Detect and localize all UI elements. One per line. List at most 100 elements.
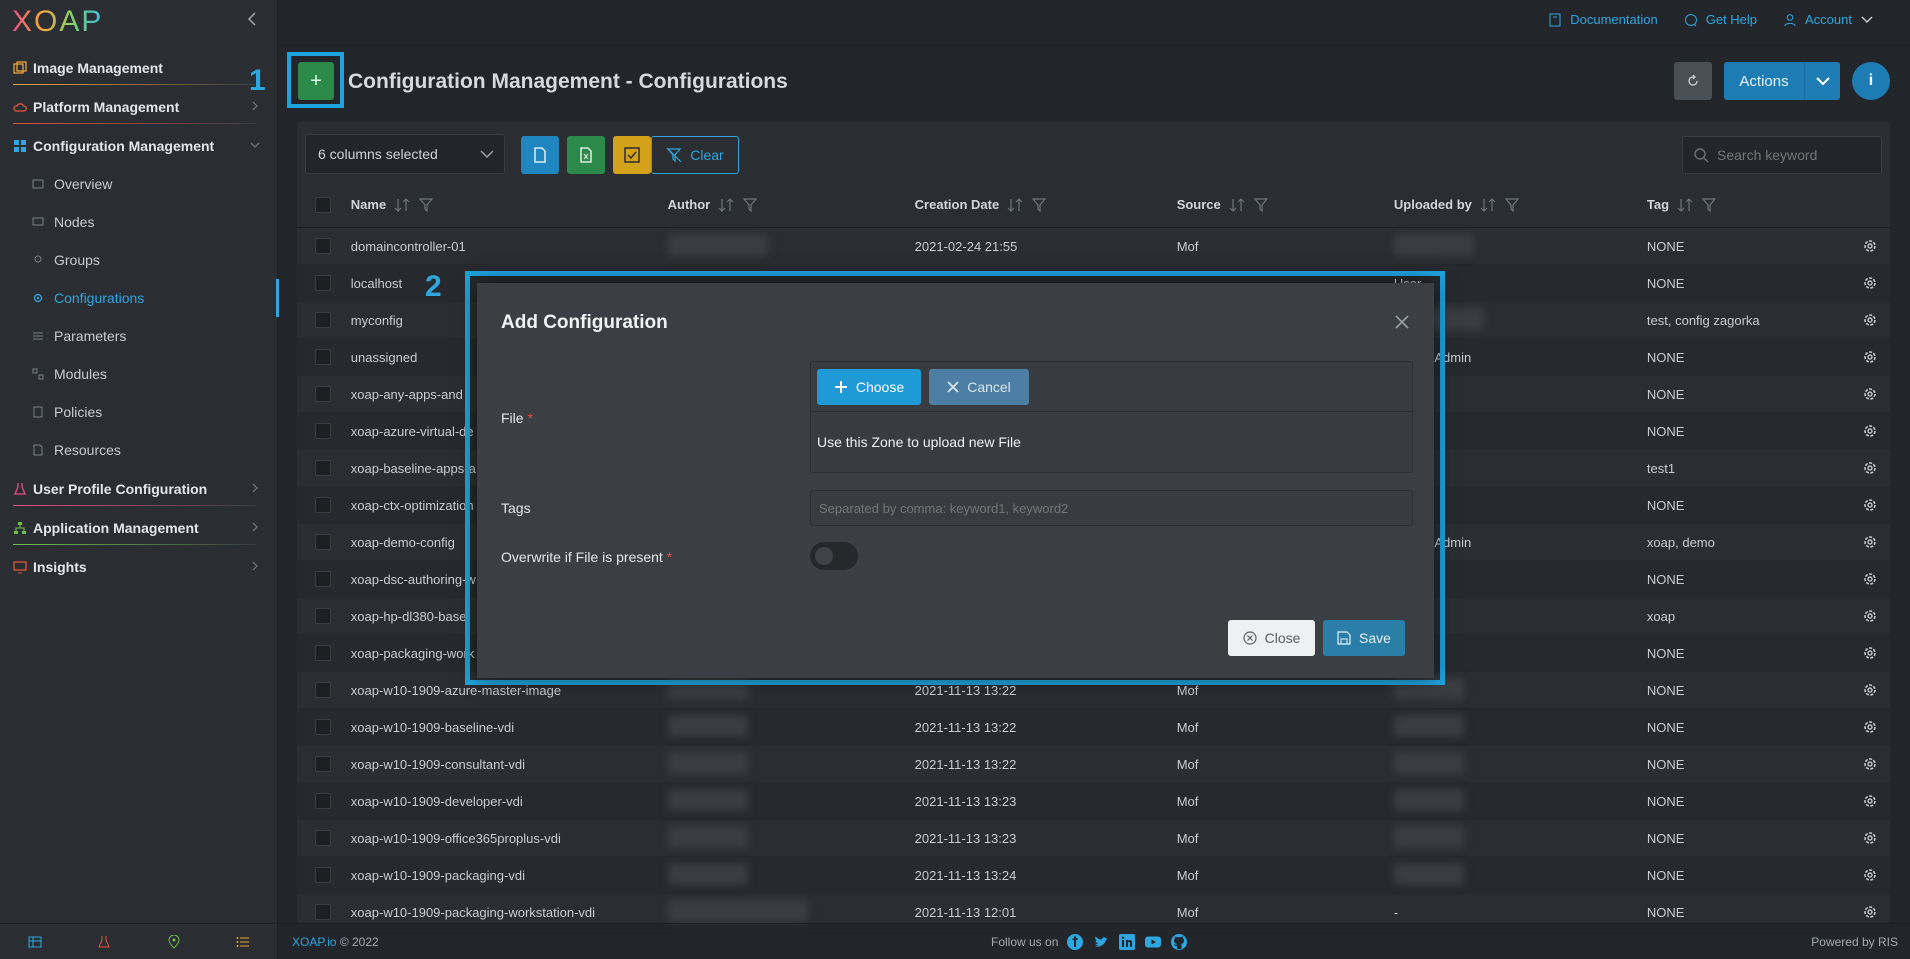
- row-checkbox[interactable]: [314, 867, 331, 883]
- row-checkbox[interactable]: [314, 571, 331, 587]
- gear-icon[interactable]: [1862, 645, 1878, 661]
- gear-icon[interactable]: [1862, 534, 1878, 550]
- sort-icon[interactable]: [718, 197, 734, 213]
- info-button[interactable]: i: [1852, 62, 1890, 100]
- sidebar-group-application-management[interactable]: Application Management: [0, 508, 278, 547]
- row-checkbox[interactable]: [314, 830, 331, 846]
- tags-input[interactable]: [819, 491, 1399, 525]
- youtube-icon[interactable]: [1144, 933, 1162, 951]
- row-checkbox[interactable]: [314, 386, 331, 402]
- sidebar-item-parameters[interactable]: Parameters: [0, 317, 278, 355]
- row-checkbox[interactable]: [314, 275, 331, 291]
- row-checkbox[interactable]: [314, 349, 331, 365]
- gear-icon[interactable]: [1862, 756, 1878, 772]
- sidebar-item-nodes[interactable]: Nodes: [0, 203, 278, 241]
- actions-dropdown-toggle[interactable]: [1804, 62, 1840, 100]
- brand-link[interactable]: XOAP.io: [292, 935, 336, 949]
- tags-field[interactable]: [810, 490, 1413, 526]
- map-pin-icon[interactable]: [167, 934, 181, 949]
- gear-icon[interactable]: [1862, 682, 1878, 698]
- get-help-link[interactable]: Get Help: [1684, 12, 1757, 27]
- sort-icon[interactable]: [1677, 197, 1693, 213]
- sort-icon[interactable]: [1229, 197, 1245, 213]
- sort-icon[interactable]: [394, 197, 410, 213]
- table-row[interactable]: xoap-w10-1909-packaging-vdi 2021-11-13 13…: [297, 857, 1890, 894]
- table-row[interactable]: xoap-w10-1909-consultant-vdi 2021-11-13 1…: [297, 746, 1890, 783]
- close-icon[interactable]: [1394, 314, 1410, 330]
- sidebar-group-image-management[interactable]: Image Management: [0, 48, 278, 87]
- table-row[interactable]: xoap-w10-1909-office365proplus-vdi 2021-1…: [297, 820, 1890, 857]
- xoap-logo[interactable]: XOAP: [12, 5, 103, 38]
- row-checkbox[interactable]: [314, 719, 331, 735]
- cancel-upload-button[interactable]: Cancel: [929, 368, 1029, 405]
- column-header-uploaded-by[interactable]: Uploaded by: [1394, 197, 1472, 212]
- facebook-icon[interactable]: [1066, 933, 1084, 951]
- github-icon[interactable]: [1170, 933, 1188, 951]
- filter-icon[interactable]: [418, 197, 434, 213]
- sidebar-item-overview[interactable]: Overview: [0, 165, 278, 203]
- gear-icon[interactable]: [1862, 238, 1878, 254]
- row-checkbox[interactable]: [314, 756, 331, 772]
- sidebar-item-policies[interactable]: Policies: [0, 393, 278, 431]
- sidebar-item-groups[interactable]: Groups: [0, 241, 278, 279]
- row-checkbox[interactable]: [314, 793, 331, 809]
- gear-icon[interactable]: [1862, 497, 1878, 513]
- sort-icon[interactable]: [1480, 197, 1496, 213]
- gear-icon[interactable]: [1862, 275, 1878, 291]
- filter-icon[interactable]: [1701, 197, 1717, 213]
- row-checkbox[interactable]: [314, 534, 331, 550]
- gear-icon[interactable]: [1862, 460, 1878, 476]
- gear-icon[interactable]: [1862, 867, 1878, 883]
- sidebar-group-platform-management[interactable]: Platform Management: [0, 87, 278, 126]
- sidebar-group-user-profile-configuration[interactable]: User Profile Configuration: [0, 469, 278, 508]
- sidebar-item-modules[interactable]: Modules: [0, 355, 278, 393]
- table-icon[interactable]: [28, 935, 42, 949]
- column-header-tag[interactable]: Tag: [1647, 197, 1669, 212]
- actions-button[interactable]: Actions: [1724, 62, 1840, 100]
- twitter-icon[interactable]: [1092, 933, 1110, 951]
- account-menu[interactable]: Account: [1783, 12, 1874, 27]
- filter-icon[interactable]: [1504, 197, 1520, 213]
- column-header-creation-date[interactable]: Creation Date: [915, 197, 1000, 212]
- linkedin-icon[interactable]: [1118, 933, 1136, 951]
- row-checkbox[interactable]: [314, 460, 331, 476]
- select-all-button[interactable]: [613, 136, 651, 174]
- row-checkbox[interactable]: [314, 312, 331, 328]
- row-checkbox[interactable]: [314, 682, 331, 698]
- row-checkbox[interactable]: [314, 423, 331, 439]
- save-button[interactable]: Save: [1323, 620, 1405, 656]
- sidebar-item-configurations[interactable]: Configurations: [0, 279, 279, 317]
- gear-icon[interactable]: [1862, 719, 1878, 735]
- gear-icon[interactable]: [1862, 423, 1878, 439]
- gear-icon[interactable]: [1862, 830, 1878, 846]
- filter-icon[interactable]: [1253, 197, 1269, 213]
- flask-icon[interactable]: [97, 935, 111, 949]
- column-selector[interactable]: 6 columns selected: [305, 134, 505, 174]
- column-header-source[interactable]: Source: [1177, 197, 1221, 212]
- gear-icon[interactable]: [1862, 349, 1878, 365]
- row-checkbox[interactable]: [314, 608, 331, 624]
- export-excel-button[interactable]: [567, 136, 605, 174]
- list-check-icon[interactable]: [236, 935, 250, 949]
- select-all-checkbox[interactable]: [314, 196, 331, 213]
- overwrite-toggle[interactable]: [810, 542, 858, 570]
- search-input[interactable]: [1717, 147, 1867, 163]
- table-row[interactable]: xoap-w10-1909-baseline-vdi 2021-11-13 13:…: [297, 709, 1890, 746]
- filter-icon[interactable]: [742, 197, 758, 213]
- table-row[interactable]: xoap-w10-1909-developer-vdi 2021-11-13 13…: [297, 783, 1890, 820]
- column-header-name[interactable]: Name: [351, 197, 386, 212]
- gear-icon[interactable]: [1862, 904, 1878, 920]
- sidebar-group-insights[interactable]: Insights: [0, 547, 278, 586]
- export-csv-button[interactable]: [521, 136, 559, 174]
- row-checkbox[interactable]: [314, 238, 331, 254]
- gear-icon[interactable]: [1862, 571, 1878, 587]
- close-button[interactable]: Close: [1228, 620, 1315, 656]
- choose-file-button[interactable]: Choose: [817, 368, 921, 405]
- documentation-link[interactable]: Documentation: [1548, 12, 1658, 27]
- column-header-author[interactable]: Author: [668, 197, 711, 212]
- file-upload-zone[interactable]: Choose Cancel Use this Zone to upload ne…: [810, 361, 1413, 473]
- sort-icon[interactable]: [1007, 197, 1023, 213]
- row-checkbox[interactable]: [314, 904, 331, 920]
- gear-icon[interactable]: [1862, 793, 1878, 809]
- refresh-button[interactable]: [1674, 62, 1712, 100]
